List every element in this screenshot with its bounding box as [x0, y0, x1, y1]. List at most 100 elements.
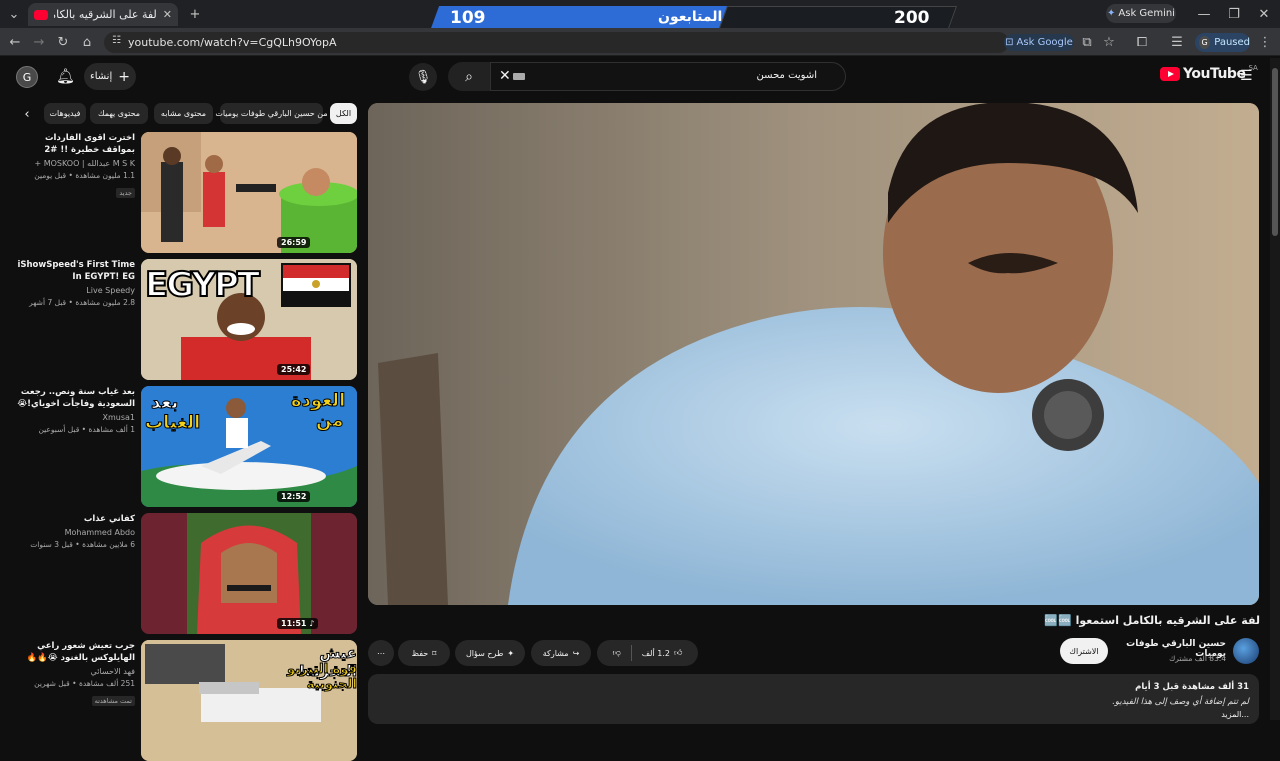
like-count: 1.2 ألف	[641, 648, 670, 658]
scrollbar-thumb[interactable]	[1272, 68, 1278, 236]
chips-previous-icon[interactable]: ‹	[18, 104, 36, 124]
recommendation-meta: 1.1 مليون مشاهدة • قبل يومين	[34, 171, 135, 180]
description-text: لم تتم إضافة أي وصف إلى هذا الفيديو.	[1112, 697, 1249, 707]
address-bar[interactable]: ☷ youtube.com/watch?v=CgQLh9OYopA	[104, 32, 1009, 53]
thumbnail-caption: الغياب	[144, 412, 201, 434]
ask-google-button[interactable]: ⊡ Ask Google	[1004, 34, 1074, 51]
thumbnail-art	[141, 132, 357, 253]
browser-toolbar: ← → ↻ ⌂ ☷ youtube.com/watch?v=CgQLh9OYop…	[0, 28, 1280, 56]
clear-search-icon[interactable]: ✕	[499, 68, 511, 84]
banner-current-count: 109	[450, 8, 486, 28]
description-box[interactable]: 31 ألف مشاهدة قبل 3 أيام لم تتم إضافة أي…	[368, 674, 1259, 724]
tab-close-icon[interactable]: ✕	[163, 8, 172, 21]
search-button[interactable]: ⌕	[448, 62, 490, 91]
recommendation-item[interactable]: 11:51 ♪ كفاني عذاب Mohammed Abdo 6 ملايي…	[10, 513, 357, 634]
page-scrollbar[interactable]	[1270, 58, 1280, 720]
recommendation-item[interactable]: العودة من بعد الغياب 12:52 بعد غياب سنة …	[10, 386, 357, 507]
window-close-icon[interactable]: ✕	[1256, 5, 1272, 23]
thumbnail-caption: العودة	[290, 390, 346, 412]
channel-avatar[interactable]	[1233, 638, 1259, 664]
share-button[interactable]: ↪ مشاركة	[531, 640, 591, 666]
share-label: مشاركة	[542, 648, 569, 658]
keyboard-icon[interactable]	[513, 73, 525, 80]
chip-from-channel[interactable]: من حسين البارقي طوفات يوميات	[215, 103, 328, 124]
save-button[interactable]: ⌑ حفظ	[398, 640, 450, 666]
recommendation-title[interactable]: iShowSpeed's First Time In EGYPT! EG	[10, 259, 135, 283]
recommendation-meta: 6 ملايين مشاهدة • قبل 3 سنوات	[30, 540, 135, 549]
thumbnail-caption: من	[315, 410, 344, 432]
reading-list-icon[interactable]: ☰	[1168, 33, 1186, 51]
create-button[interactable]: إنشاء +	[84, 63, 136, 90]
duration-badge: 12:52	[277, 491, 311, 502]
youtube-wordmark: YouTube	[1183, 66, 1246, 82]
create-label: إنشاء	[90, 71, 113, 82]
video-thumbnail[interactable]: EGYPT 25:42	[141, 259, 357, 380]
like-button[interactable]: 👍︎ 1.2 ألف	[642, 648, 683, 658]
recommendation-title[interactable]: كفاني عذاب	[10, 513, 135, 525]
site-info-icon[interactable]: ☷	[112, 35, 121, 46]
recommendation-channel[interactable]: Xmusa1	[10, 413, 135, 422]
thumbs-up-icon: 👍︎	[673, 648, 683, 657]
profile-paused-button[interactable]: G Paused	[1195, 33, 1250, 52]
recommendation-meta: 1 ألف مشاهدة • قبل أسبوعين	[38, 425, 135, 434]
ask-label: طرح سؤال	[465, 648, 504, 658]
account-avatar[interactable]: G	[16, 66, 38, 88]
recommendation-info: جرب تعيش شعور راعي الهايلوكس بالغنود 😭🔥🔥…	[10, 640, 135, 707]
back-icon[interactable]: ←	[6, 33, 24, 51]
video-thumbnail[interactable]: عيش التجربة! قوة التيربو الجنوبية	[141, 640, 357, 761]
chip-for-you[interactable]: محتوى يهمك	[90, 103, 148, 124]
new-badge: جديد	[116, 188, 135, 198]
show-more-link[interactable]: ...المزيد	[1221, 710, 1249, 719]
recommendation-channel[interactable]: فهد الاحسائي	[10, 667, 135, 676]
recommendation-title[interactable]: جرب تعيش شعور راعي الهايلوكس بالغنود 😭🔥🔥	[10, 640, 135, 664]
recommendation-channel[interactable]: Mohammed Abdo	[10, 528, 135, 537]
recommendation-channel[interactable]: Live Speedy	[10, 286, 135, 295]
youtube-favicon-icon	[34, 9, 48, 20]
extensions-icon[interactable]: ⧠	[1133, 33, 1151, 51]
thumbnail-caption: بعد	[150, 392, 179, 414]
more-actions-icon[interactable]: ⋯	[368, 640, 394, 666]
plus-icon: +	[118, 68, 130, 85]
bookmark-star-icon[interactable]: ☆	[1100, 33, 1118, 51]
chip-similar[interactable]: محتوى مشابه	[154, 103, 213, 124]
thumbs-down-icon[interactable]: 👎︎	[613, 648, 621, 658]
recommendation-title[interactable]: اخترت اقوى الفاردات بمواقف خطيرة !! #2	[10, 132, 135, 156]
recommendation-item[interactable]: EGYPT 25:42 iShowSpeed's First Time In E…	[10, 259, 357, 380]
browser-tab-active[interactable]: لفة على الشرقيه بالكامل استمعوا ✕	[28, 3, 178, 26]
minimize-icon[interactable]: —	[1196, 5, 1212, 23]
browser-menu-icon[interactable]: ⋮	[1256, 33, 1274, 51]
ask-button[interactable]: ✦ طرح سؤال	[455, 640, 525, 666]
recommendation-info: كفاني عذاب Mohammed Abdo 6 ملايين مشاهدة…	[10, 513, 135, 549]
subscriber-count: 83.4 ألف مشترك	[1169, 654, 1226, 663]
banner-label: المتابعون	[658, 9, 723, 25]
recommendation-meta: 251 ألف مشاهدة • قبل شهرين	[34, 679, 135, 688]
maximize-icon[interactable]: ❐	[1226, 5, 1242, 23]
tab-search-icon[interactable]: ⌄	[6, 5, 22, 23]
recommendation-item[interactable]: 26:59 اخترت اقوى الفاردات بمواقف خطيرة !…	[10, 132, 357, 253]
video-thumbnail[interactable]: 11:51 ♪	[141, 513, 357, 634]
new-tab-icon[interactable]: +	[186, 5, 204, 23]
video-thumbnail[interactable]: العودة من بعد الغياب 12:52	[141, 386, 357, 507]
recommendation-channel[interactable]: M S K عبدالله | MOSKOO +	[10, 159, 135, 168]
home-icon[interactable]: ⌂	[78, 33, 96, 51]
cast-icon[interactable]: ⧉	[1078, 33, 1096, 51]
lens-icon: ⊡	[1005, 37, 1014, 48]
recommendation-info: بعد غياب سنة ونص.. رجعت السعودية وفاجأت …	[10, 386, 135, 434]
search-input[interactable]: ✕ اشويت محسن	[490, 62, 846, 91]
chip-all[interactable]: الكل	[330, 103, 357, 124]
reload-icon[interactable]: ↻	[54, 33, 72, 51]
ask-gemini-button[interactable]: ✦ Ask Gemini	[1106, 4, 1176, 23]
notifications-bell-icon[interactable]: 🔔︎	[56, 67, 75, 85]
recommendation-item[interactable]: عيش التجربة! قوة التيربو الجنوبية جرب تع…	[10, 640, 357, 761]
subscribe-button[interactable]: الاشتراك	[1060, 638, 1108, 664]
guide-menu-icon[interactable]: ☰	[1240, 68, 1253, 84]
recommendation-title[interactable]: بعد غياب سنة ونص.. رجعت السعودية وفاجأت …	[10, 386, 135, 410]
forward-icon[interactable]: →	[30, 33, 48, 51]
voice-search-mic-icon[interactable]: 🎙︎	[409, 63, 437, 91]
video-player[interactable]	[368, 103, 1259, 605]
recommendation-info: iShowSpeed's First Time In EGYPT! EG Liv…	[10, 259, 135, 307]
share-icon: ↪	[572, 648, 580, 658]
video-thumbnail[interactable]: 26:59	[141, 132, 357, 253]
chip-videos[interactable]: فيديوهات	[44, 103, 86, 124]
duration-badge: 11:51 ♪	[277, 618, 319, 629]
